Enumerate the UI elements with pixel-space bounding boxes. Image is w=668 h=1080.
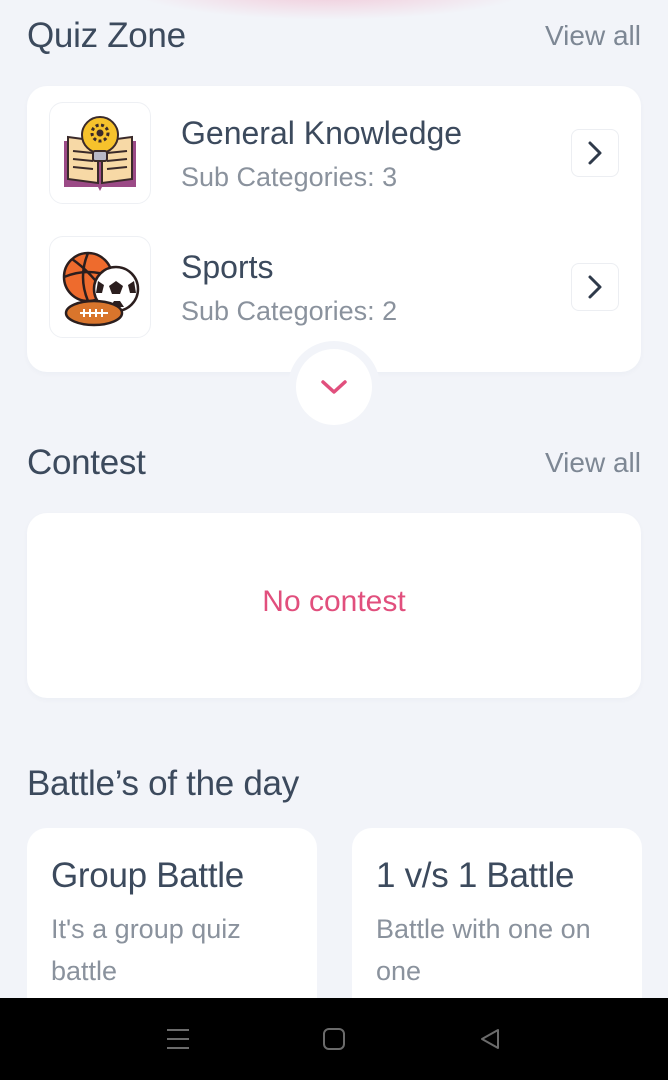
category-title: Sports	[181, 249, 274, 285]
chevron-down-icon	[321, 380, 347, 394]
battles-title: Battle’s of the day	[27, 764, 299, 803]
battle-description: It's a group quiz battle	[51, 914, 241, 986]
chevron-right-icon	[588, 141, 602, 165]
sports-balls-icon	[49, 236, 151, 338]
category-subcount: Sub Categories: 2	[181, 296, 398, 326]
category-subcount: Sub Categories: 3	[181, 162, 398, 192]
category-item-general-knowledge[interactable]: General Knowledge Sub Categories: 3	[49, 101, 619, 205]
category-text: Sports Sub Categories: 2	[181, 247, 571, 327]
quiz-zone-header: Quiz Zone View all	[27, 16, 641, 56]
chevron-right-icon	[588, 275, 602, 299]
contest-header: Contest View all	[27, 443, 641, 483]
system-navigation-bar	[0, 998, 668, 1080]
no-contest-message: No contest	[262, 585, 406, 618]
battle-title: Group Battle	[51, 856, 244, 895]
chevron-right-button[interactable]	[571, 129, 619, 177]
contest-title: Contest	[27, 443, 146, 482]
battles-header: Battle’s of the day	[27, 764, 641, 804]
category-item-sports[interactable]: Sports Sub Categories: 2	[49, 235, 619, 339]
back-button[interactable]	[460, 1009, 520, 1069]
battle-title: 1 v/s 1 Battle	[376, 856, 575, 895]
menu-lines-icon	[167, 1029, 189, 1049]
chevron-right-button[interactable]	[571, 263, 619, 311]
quiz-zone-card: General Knowledge Sub Categories: 3 Spor…	[27, 86, 641, 372]
category-text: General Knowledge Sub Categories: 3	[181, 113, 571, 193]
expand-categories-button[interactable]	[296, 349, 372, 425]
category-title: General Knowledge	[181, 115, 463, 151]
quiz-zone-view-all-link[interactable]: View all	[545, 20, 641, 52]
contest-view-all-link[interactable]: View all	[545, 447, 641, 479]
square-icon	[323, 1028, 345, 1050]
battle-description: Battle with one on one	[376, 914, 591, 986]
contest-card: No contest	[27, 513, 641, 698]
book-lightbulb-icon	[49, 102, 151, 204]
recent-apps-button[interactable]	[148, 1009, 208, 1069]
quiz-zone-title: Quiz Zone	[27, 16, 186, 55]
home-button[interactable]	[304, 1009, 364, 1069]
back-triangle-icon	[481, 1029, 499, 1049]
